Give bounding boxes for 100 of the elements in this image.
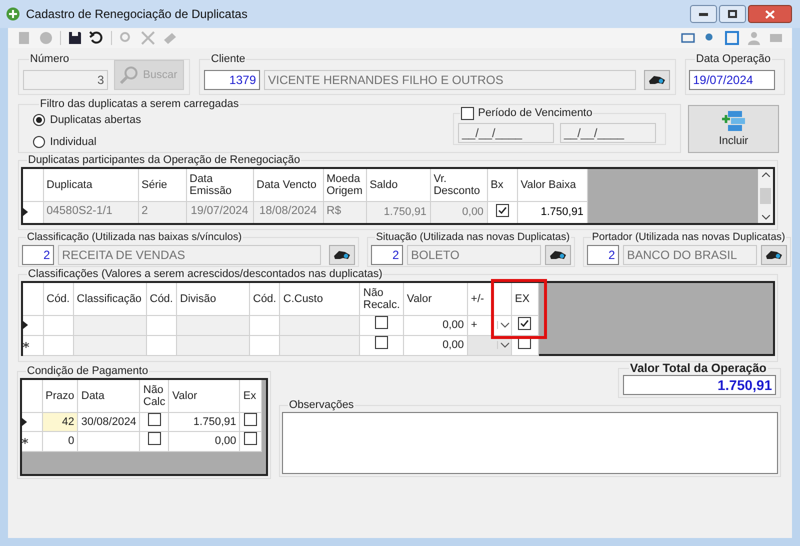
table-cell: 1.750,91 xyxy=(168,412,240,432)
column-header[interactable]: Valor Baixa xyxy=(517,169,588,201)
table-cell: 18/08/2024 xyxy=(253,201,323,223)
column-header[interactable]: Divisão xyxy=(176,283,250,315)
column-header[interactable]: Duplicata xyxy=(43,169,138,201)
code-field[interactable]: 2 xyxy=(587,245,619,265)
radio-button[interactable] xyxy=(33,136,45,148)
scroll-down-icon[interactable] xyxy=(762,215,770,220)
column-header[interactable]: Moeda Origem xyxy=(323,169,366,201)
column-header[interactable]: Cód. xyxy=(43,283,74,315)
column-header[interactable]: C.Custo xyxy=(280,283,360,315)
checkbox[interactable] xyxy=(375,316,388,329)
column-header[interactable]: Prazo xyxy=(42,380,78,412)
date-field[interactable]: 19/07/2024 xyxy=(689,70,775,90)
column-header[interactable]: Vr. Desconto xyxy=(430,169,488,201)
table-cell: 0 xyxy=(42,432,78,451)
highlight-frame xyxy=(491,279,547,339)
table-cell: 30/08/2024 xyxy=(78,412,140,432)
column-header[interactable]: Valor xyxy=(168,380,240,412)
end-date-field[interactable]: __/__/____ xyxy=(560,122,656,143)
minimize-icon xyxy=(699,12,708,16)
column-header[interactable]: Saldo xyxy=(366,169,430,201)
column-header[interactable]: Classificação xyxy=(73,283,146,315)
code-field[interactable]: 2 xyxy=(371,245,403,265)
window-title: Cadastro de Renegociação de Duplicatas xyxy=(26,6,248,23)
column-header[interactable]: Data Vencto xyxy=(253,169,323,201)
new-row-icon xyxy=(22,438,28,444)
table-cell: 1.750,91 xyxy=(517,201,588,223)
table-cell: 0,00 xyxy=(403,315,468,335)
checkbox[interactable] xyxy=(496,204,509,217)
checkbox[interactable] xyxy=(244,412,258,426)
undo-icon xyxy=(89,30,105,46)
table-cell: 19/07/2024 xyxy=(186,201,253,223)
maximize-button[interactable] xyxy=(719,5,746,23)
column-header[interactable]: Não Recalc. xyxy=(360,283,404,315)
column-header[interactable]: Cód. xyxy=(146,283,176,315)
group-title: Situação (Utilizada nas novas Duplicatas) xyxy=(375,231,571,244)
number-field[interactable]: 3 xyxy=(23,70,108,90)
minimize-button[interactable] xyxy=(690,5,717,23)
checkbox[interactable] xyxy=(244,432,258,445)
total-value-field: 1.750,91 xyxy=(623,375,776,395)
group-title: Observações xyxy=(288,399,355,412)
search-button[interactable] xyxy=(761,245,787,265)
notes-field[interactable] xyxy=(282,412,778,474)
column-header[interactable]: Cód. xyxy=(250,283,280,315)
group-title: Data Operação xyxy=(695,53,772,66)
search-button[interactable] xyxy=(329,245,355,265)
start-date-field[interactable]: __/__/____ xyxy=(458,122,554,143)
checkbox-label: Período de Vencimento xyxy=(478,106,592,121)
maximize-icon xyxy=(728,10,737,18)
column-header[interactable]: +/- xyxy=(467,283,512,315)
client-name-field[interactable]: VICENTE HERNANDES FILHO E OUTROS xyxy=(264,70,636,90)
checkbox[interactable] xyxy=(148,432,161,445)
name-field[interactable]: BANCO DO BRASIL xyxy=(623,245,757,265)
close-icon xyxy=(765,10,775,18)
group-title: Filtro das duplicatas a serem carregadas xyxy=(39,98,240,111)
table-cell: 1.750,91 xyxy=(366,201,430,223)
name-field[interactable]: RECEITA DE VENDAS xyxy=(58,245,321,265)
save-icon xyxy=(67,30,83,46)
checkbox[interactable] xyxy=(148,412,161,426)
table-cell: 0,00 xyxy=(430,201,488,223)
close-button[interactable] xyxy=(748,5,792,23)
column-header[interactable]: Série xyxy=(138,169,186,201)
column-header[interactable]: Ex xyxy=(240,380,262,412)
table-cell: 2 xyxy=(138,201,186,223)
scroll-up-icon[interactable] xyxy=(762,172,770,177)
group-title: Portador (Utilizada nas novas Duplicatas) xyxy=(591,231,786,244)
group-title: Duplicatas participantes da Operação de Renegociação xyxy=(27,154,302,167)
table-cell: 42 xyxy=(42,412,78,432)
search-button[interactable] xyxy=(644,70,670,90)
checkbox[interactable] xyxy=(461,106,474,120)
column-header[interactable]: Data Emissão xyxy=(186,169,253,201)
add-rows-icon xyxy=(722,108,746,131)
user-icon xyxy=(746,30,762,46)
search-icon xyxy=(119,65,139,85)
group-title: Classificações (Valores a serem acrescidos/descontados nas duplicatas) xyxy=(27,268,384,281)
include-button[interactable]: Incluir xyxy=(688,105,779,153)
group-title: Valor Total da Operação xyxy=(629,362,768,375)
checkbox[interactable] xyxy=(375,336,388,349)
group-title: Cliente xyxy=(210,53,246,66)
table-cell: R$ xyxy=(323,201,366,223)
column-header[interactable]: Valor xyxy=(403,283,468,315)
column-header[interactable]: EX xyxy=(511,283,538,315)
column-header[interactable]: Não Calc xyxy=(140,380,169,412)
table-cell: 04580S2-1/1 xyxy=(43,201,138,223)
scrollbar[interactable] xyxy=(758,169,773,223)
client-code-field[interactable]: 1379 xyxy=(204,70,260,90)
group-title: Classificação (Utilizada nas baixas s/vínculos) xyxy=(26,231,243,244)
checkbox[interactable] xyxy=(518,316,532,330)
table-cell: 0,00 xyxy=(168,432,240,451)
table-cell: 0,00 xyxy=(403,335,468,355)
radio-label: Individual xyxy=(50,134,96,150)
code-field[interactable]: 2 xyxy=(22,245,54,265)
new-row-icon xyxy=(23,342,29,348)
radio-label: Duplicatas abertas xyxy=(50,113,142,128)
column-header[interactable]: Bx xyxy=(487,169,518,201)
column-header[interactable]: Data xyxy=(78,380,140,412)
search-button[interactable] xyxy=(545,245,571,265)
radio-button[interactable] xyxy=(33,114,45,126)
name-field[interactable]: BOLETO xyxy=(407,245,541,265)
